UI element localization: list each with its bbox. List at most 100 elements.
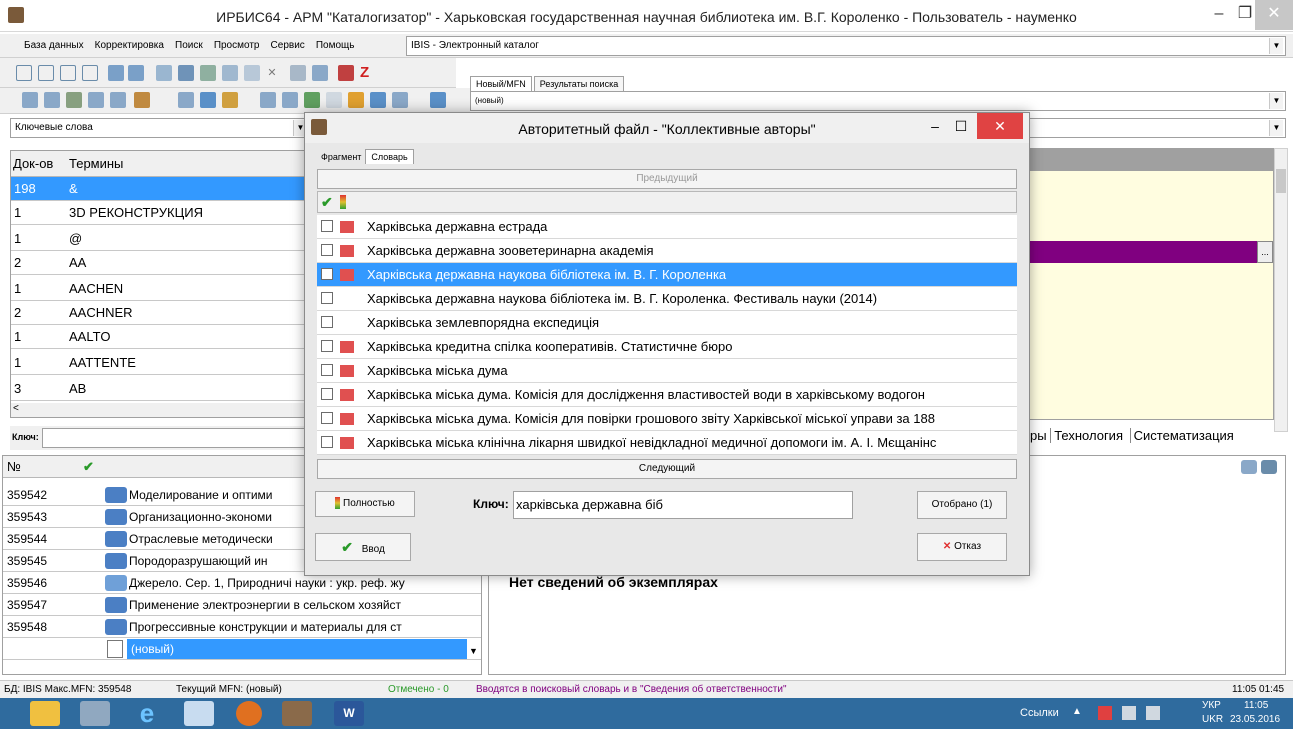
delete-icon[interactable]: ✕ [264, 65, 280, 81]
list-item-selected[interactable]: ✔ Харківська державна наукова бібліотека… [317, 263, 1017, 287]
enter-button[interactable]: ✔ Ввод [315, 533, 411, 561]
import-icon[interactable] [200, 65, 216, 81]
list-item[interactable]: Харківська кредитна спілка кооперативів.… [317, 335, 1017, 359]
cancel-button[interactable]: ✕ Отказ [917, 533, 1007, 561]
format2-icon[interactable] [44, 92, 60, 108]
tab-technology[interactable]: Технология [1050, 428, 1126, 443]
editor-ellipsis-button[interactable]: ... [1257, 241, 1273, 263]
database-select[interactable]: IBIS - Электронный каталог ▼ [406, 36, 1286, 56]
window-icon[interactable] [392, 92, 408, 108]
list-checkbox[interactable] [321, 340, 333, 352]
flag-icon[interactable] [1098, 706, 1112, 720]
report-icon[interactable] [312, 65, 328, 81]
table-row[interactable]: (новый) ▼ [3, 638, 481, 660]
taskbar-links[interactable]: Ссылки [1020, 707, 1059, 719]
list-item[interactable]: Харківська державна зооветеринарна акаде… [317, 239, 1017, 263]
calculator-icon[interactable] [80, 701, 110, 726]
terms-row[interactable]: 2 AACHNER [11, 301, 309, 325]
menu-service[interactable]: Сервис [267, 34, 309, 58]
editor-scrollbar[interactable] [1274, 148, 1288, 432]
green-icon[interactable] [304, 92, 320, 108]
full-button[interactable]: Полностью [315, 491, 415, 517]
list-item[interactable]: Харківська державна естрада [317, 215, 1017, 239]
list-checkbox-checked[interactable]: ✔ [321, 268, 333, 280]
close-button[interactable]: ✕ [1255, 0, 1293, 30]
new-document-icon[interactable] [16, 65, 32, 81]
wizard-icon[interactable] [134, 92, 150, 108]
chevron-up-icon[interactable]: ▲ [1072, 706, 1082, 717]
column-header-terms[interactable]: Термины [69, 151, 123, 177]
list-checkbox[interactable] [321, 364, 333, 376]
link-icon[interactable] [178, 92, 194, 108]
list-item[interactable]: Харківська міська дума [317, 359, 1017, 383]
list-item[interactable]: Харківська міська дума. Комісія для досл… [317, 383, 1017, 407]
firefox-icon[interactable] [236, 701, 262, 726]
tab-dictionary[interactable]: Словарь [365, 149, 414, 164]
star-icon[interactable] [348, 92, 364, 108]
list-item[interactable]: Харківська землевпорядна експедиція [317, 311, 1017, 335]
list-checkbox[interactable] [321, 412, 333, 424]
list-checkbox[interactable] [321, 220, 333, 232]
grid-icon[interactable] [178, 65, 194, 81]
list-checkbox[interactable] [321, 244, 333, 256]
clock-time[interactable]: 11:05 [1244, 700, 1268, 711]
clock-date[interactable]: 23.05.2016 [1230, 714, 1280, 725]
notepad-icon[interactable] [184, 701, 214, 726]
tab-search-results[interactable]: Результаты поиска [533, 76, 625, 91]
search-plus-icon[interactable] [260, 92, 276, 108]
menu-view[interactable]: Просмотр [210, 34, 264, 58]
edit-icon[interactable] [244, 65, 260, 81]
column-header-number[interactable]: № [7, 456, 21, 478]
letter-z-icon[interactable]: Z [360, 64, 376, 81]
next-button[interactable]: Следующий [317, 459, 1017, 479]
tab-other[interactable]: ры [1030, 428, 1047, 443]
undo-icon[interactable] [60, 65, 76, 81]
chevron-down-icon[interactable]: ▼ [469, 640, 478, 662]
list-checkbox[interactable] [321, 292, 333, 304]
list-item[interactable]: Харківська міська клінічна лікарня швидк… [317, 431, 1017, 455]
terms-row[interactable]: 1 AALTO [11, 325, 309, 349]
menu-search[interactable]: Поиск [171, 34, 207, 58]
search-type-select[interactable]: Ключевые слова ▼ [10, 118, 310, 138]
help-icon[interactable] [430, 92, 446, 108]
irbis-icon[interactable] [282, 701, 312, 726]
arrow-right-icon[interactable] [128, 65, 144, 81]
export-icon[interactable] [110, 92, 126, 108]
terms-row[interactable]: 198 & [11, 177, 309, 201]
table-icon[interactable] [156, 65, 172, 81]
terms-row[interactable]: 1 AACHEN [11, 277, 309, 301]
volume-icon[interactable] [1146, 706, 1160, 720]
settings-icon[interactable] [1241, 460, 1257, 474]
sort-icon[interactable] [88, 92, 104, 108]
copy-icon[interactable] [82, 65, 98, 81]
menu-help[interactable]: Помощь [312, 34, 359, 58]
list-checkbox[interactable] [321, 316, 333, 328]
terms-row[interactable]: 1 AATTENTE [11, 351, 309, 375]
network-icon[interactable] [1122, 706, 1136, 720]
list-checkbox[interactable] [321, 388, 333, 400]
horizontal-scrollbar[interactable]: < [11, 403, 309, 417]
tree-icon[interactable] [222, 65, 238, 81]
chart-icon[interactable] [370, 92, 386, 108]
menu-edit[interactable]: Корректировка [91, 34, 168, 58]
column-header-docs[interactable]: Док-ов [13, 151, 53, 177]
list-checkbox[interactable] [321, 436, 333, 448]
tab-new-mfn[interactable]: Новый/MFN [470, 76, 532, 91]
save-icon[interactable] [38, 65, 54, 81]
doc-icon[interactable] [326, 92, 342, 108]
tab-systematization[interactable]: Систематизация [1129, 428, 1237, 443]
terms-row[interactable]: 1 3D РЕКОНСТРУКЦИЯ [11, 201, 309, 225]
dialog-close-button[interactable]: ✕ [977, 113, 1023, 139]
terms-row[interactable]: 2 AA [11, 251, 309, 275]
menu-database[interactable]: База данных [20, 34, 88, 58]
list-item[interactable]: Харківська міська дума. Комісія для пові… [317, 407, 1017, 431]
format-icon[interactable] [22, 92, 38, 108]
record-select[interactable]: (новый) ▼ [470, 91, 1286, 111]
table-row[interactable]: 359547 Применение электроэнергии в сельс… [3, 594, 481, 616]
dialog-minimize-button[interactable]: – [923, 115, 947, 139]
internet-explorer-icon[interactable]: e [132, 700, 162, 726]
language-indicator[interactable]: УКР [1202, 700, 1221, 711]
dialog-maximize-button[interactable]: ☐ [949, 115, 973, 139]
list-item[interactable]: Харківська державна наукова бібліотека і… [317, 287, 1017, 311]
dialog-key-input[interactable]: харківська державна біб [513, 491, 853, 519]
